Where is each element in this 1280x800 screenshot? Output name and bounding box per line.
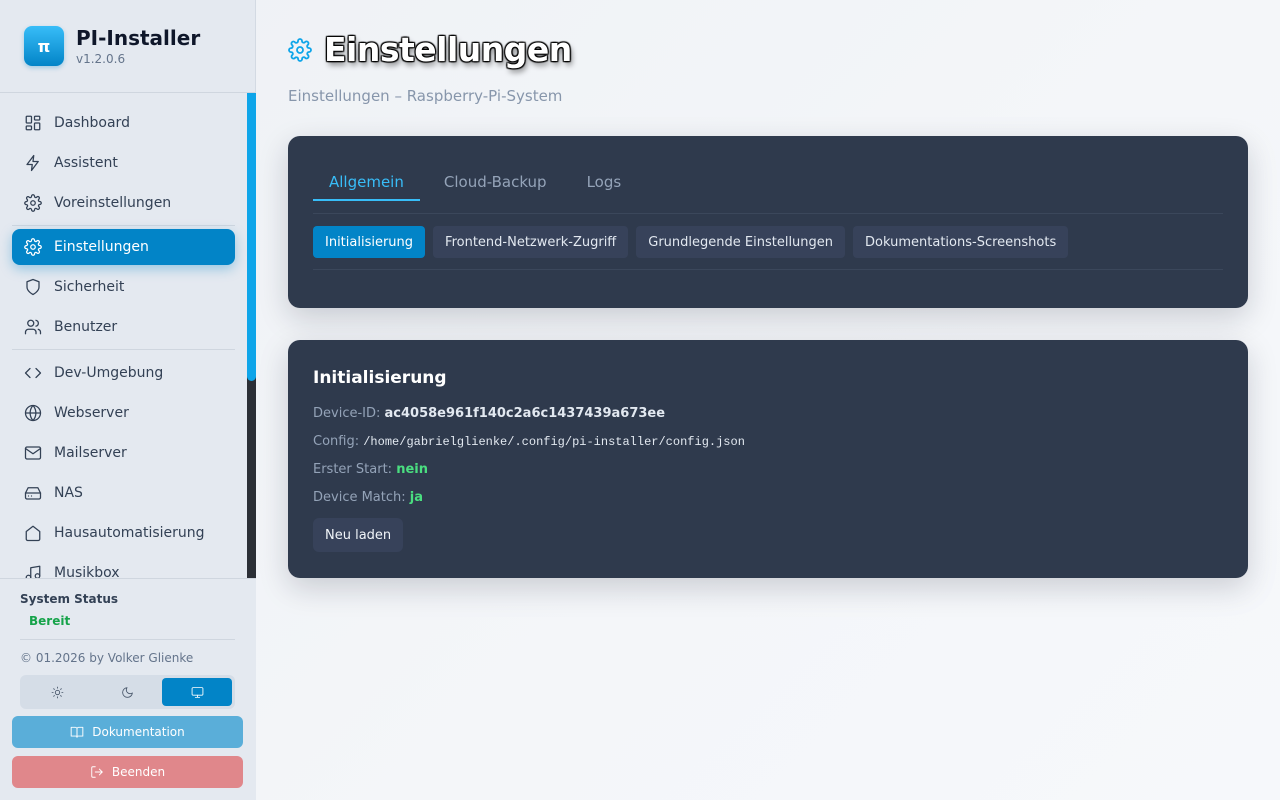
subtab-frontend-netzwerk-zugriff[interactable]: Frontend-Netzwerk-Zugriff [433,226,629,258]
sidebar-item-label: Mailserver [54,445,127,461]
tab-logs[interactable]: Logs [571,165,638,201]
sidebar-item-dev-umgebung[interactable]: Dev-Umgebung [12,353,235,393]
sidebar-item-label: Dashboard [54,115,130,131]
tab-cloud-backup[interactable]: Cloud-Backup [428,165,563,201]
system-status-title: System Status [20,592,119,606]
page-subtitle: Einstellungen – Raspberry-Pi-System [288,87,563,105]
logout-icon [91,766,103,778]
sidebar-scrollbar[interactable] [247,93,256,578]
first-start-label: Erster Start: [313,462,393,477]
users-icon [24,318,42,336]
settings-tabs-card: Allgemein Cloud-Backup Logs Initialisier… [288,136,1248,308]
sidebar-item-sicherheit[interactable]: Sicherheit [12,267,235,307]
dashboard-icon [24,114,42,132]
book-icon [70,726,84,738]
globe-icon [24,404,42,422]
mail-icon [24,444,42,462]
gear-icon [24,238,42,256]
sidebar: π PI-Installer v1.2.0.6 Dashboard Assist… [0,0,256,800]
device-match-row: Device Match: ja [313,490,423,505]
sidebar-item-benutzer[interactable]: Benutzer [12,307,235,347]
music-icon [24,564,42,578]
subtab-grundlegende-einstellungen[interactable]: Grundlegende Einstellungen [636,226,846,258]
code-icon [24,364,42,382]
gear-icon [24,194,42,212]
sidebar-item-assistent[interactable]: Assistent [12,143,235,183]
config-row: Config: /home/gabrielglienke/.config/pi-… [313,434,745,449]
config-path-value: /home/gabrielglienke/.config/pi-installe… [363,435,745,449]
moon-icon [122,686,133,698]
initialisierung-card: Initialisierung Device-ID: ac4058e961f14… [288,340,1248,578]
sidebar-item-label: Webserver [54,405,129,421]
first-start-value: nein [396,462,428,477]
sidebar-item-label: Einstellungen [54,239,149,255]
sidebar-item-label: Voreinstellungen [54,195,172,211]
hard-drive-icon [24,484,42,502]
subtab-dokumentations-screenshots[interactable]: Dokumentations-Screenshots [853,226,1069,258]
app-logo: π [24,26,64,66]
page-title: Einstellungen [324,30,572,69]
theme-dark-button[interactable] [93,678,163,706]
brand: π PI-Installer v1.2.0.6 [0,0,255,93]
sidebar-item-label: Sicherheit [54,279,125,295]
sidebar-item-nas[interactable]: NAS [12,473,235,513]
sidebar-item-voreinstellungen[interactable]: Voreinstellungen [12,183,235,223]
shield-icon [24,278,42,296]
documentation-label: Dokumentation [92,725,185,739]
app-title: PI-Installer [76,25,201,50]
sidebar-nav: Dashboard Assistent Voreinstellungen Ein… [0,93,256,578]
sidebar-item-label: Hausautomatisierung [54,525,205,541]
quit-button[interactable]: Beenden [12,756,243,788]
sidebar-item-mailserver[interactable]: Mailserver [12,433,235,473]
sidebar-item-label: Benutzer [54,319,118,335]
tabs-divider [313,213,1223,214]
device-match-label: Device Match: [313,490,406,505]
sidebar-item-dashboard[interactable]: Dashboard [12,103,235,143]
lightning-icon [24,154,42,172]
device-id-row: Device-ID: ac4058e961f140c2a6c1437439a67… [313,406,665,421]
config-label: Config: [313,434,360,449]
first-start-row: Erster Start: nein [313,462,428,477]
device-id-label: Device-ID: [313,406,381,421]
section-title: Initialisierung [313,368,447,388]
sun-icon [51,686,64,698]
sidebar-item-label: Musikbox [54,565,120,578]
home-icon [24,524,42,542]
quit-label: Beenden [111,765,166,779]
sidebar-footer: System Status Bereit © 01.2026 by Volker… [0,578,256,800]
sidebar-item-webserver[interactable]: Webserver [12,393,235,433]
nav-divider [12,349,235,350]
theme-light-button[interactable] [23,678,93,706]
app-version: v1.2.0.6 [76,51,126,66]
sidebar-item-musikbox[interactable]: Musikbox [12,553,235,578]
subtab-initialisierung[interactable]: Initialisierung [313,226,426,258]
sidebar-item-label: Dev-Umgebung [54,365,164,381]
main-tabs: Allgemein Cloud-Backup Logs [313,165,645,201]
reload-button[interactable]: Neu laden [313,518,404,552]
device-id-value: ac4058e961f140c2a6c1437439a673ee [384,406,666,421]
sidebar-item-label: Assistent [54,155,118,171]
theme-switch [20,675,235,709]
nav-divider [12,225,235,226]
subtabs-divider [313,269,1223,270]
monitor-icon [191,686,204,698]
copyright: © 01.2026 by Volker Glienke [20,651,194,665]
system-status-value: Bereit [29,614,71,628]
footer-divider [20,639,235,640]
device-match-value: ja [409,490,424,505]
page-header: Einstellungen Einstellungen – Raspberry-… [288,30,572,105]
sidebar-item-label: NAS [54,485,83,501]
documentation-button[interactable]: Dokumentation [12,716,243,748]
gear-icon [288,37,312,62]
sidebar-scrollbar-thumb[interactable] [247,93,256,381]
tab-allgemein[interactable]: Allgemein [313,165,420,201]
sub-tabs: Initialisierung Frontend-Netzwerk-Zugrif… [313,226,1076,258]
theme-system-button[interactable] [162,678,233,706]
sidebar-item-hausautomatisierung[interactable]: Hausautomatisierung [12,513,235,553]
sidebar-item-einstellungen[interactable]: Einstellungen [12,229,235,265]
